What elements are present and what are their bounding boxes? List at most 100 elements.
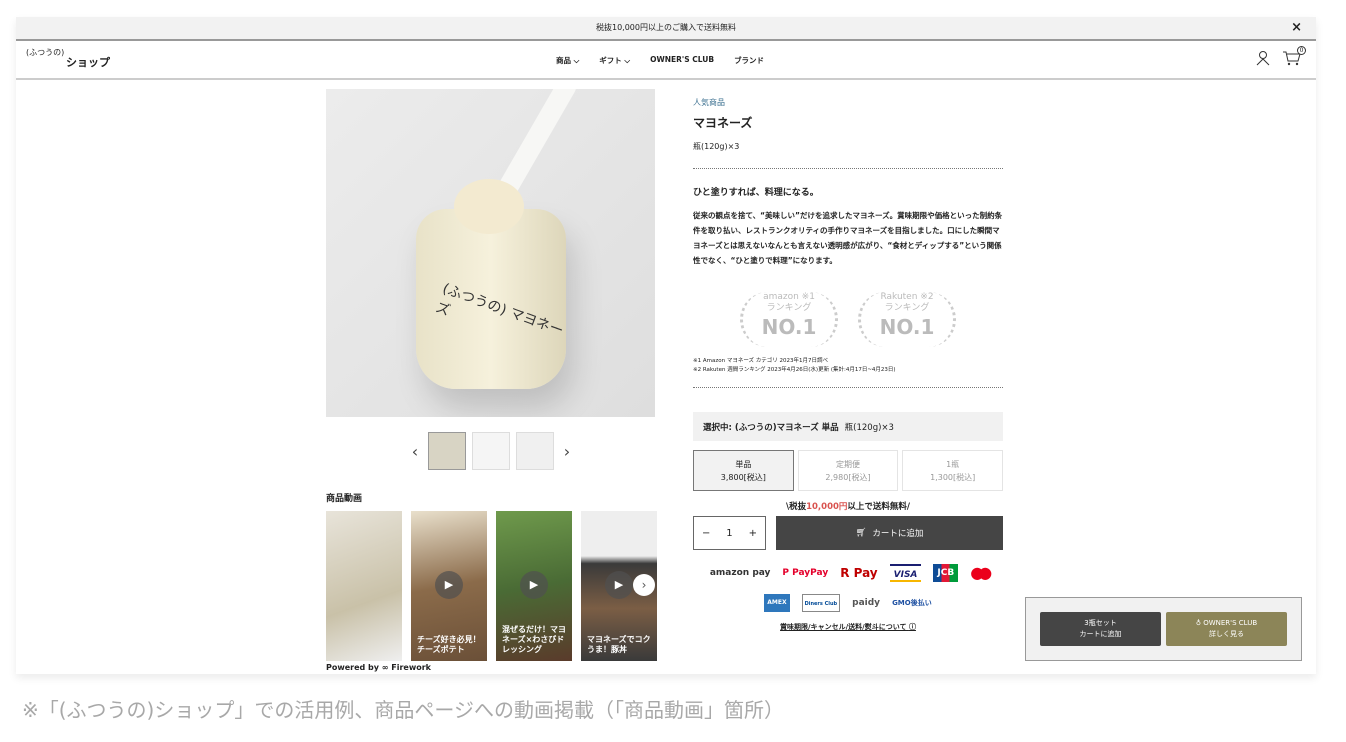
category-label[interactable]: 人気商品: [693, 97, 1003, 108]
video-carousel: ▶ チーズ好き必見！チーズポテト ▶ 混ぜるだけ！マヨネーズ×わさびドレッシング ▶…: [326, 511, 657, 661]
badge-rank: ランキング: [884, 303, 930, 313]
option-subscription[interactable]: 定期便 2,980[税込]: [797, 450, 899, 491]
footnote: ※2 Rakuten 週間ランキング 2023年4月26日(水)更新 (集計:4…: [693, 367, 896, 373]
logo-small: (ふつうの): [26, 48, 65, 57]
button-line: OWNER'S CLUB: [1203, 619, 1258, 627]
cart-icon: 🛒︎: [855, 528, 867, 538]
thumbnail-strip: ‹ ›: [408, 432, 574, 470]
video-card[interactable]: ▶ チーズ好き必見！チーズポテト: [411, 511, 487, 661]
selected-label: 選択中: (ふつうの)マヨネーズ 単品: [703, 423, 839, 433]
product-size: 瓶(120g)×3: [693, 142, 740, 151]
owners-club-button[interactable]: ♁ OWNER'S CLUB 詳しく見る: [1166, 612, 1287, 646]
videos-heading: 商品動画: [326, 494, 363, 504]
product-details: 人気商品 マヨネーズ 瓶(120g)×3 ひと塗りすれば、料理になる。 従来の観…: [693, 89, 1004, 632]
video-title: 混ぜるだけ！マヨネーズ×わさびドレッシング: [502, 625, 566, 654]
product-image[interactable]: (ふつうの) マヨネーズ: [326, 89, 655, 417]
info-icon: ⓘ: [908, 623, 916, 631]
thumbnail[interactable]: [428, 432, 466, 470]
carousel-next-icon[interactable]: ›: [633, 574, 655, 596]
video-card[interactable]: ▶ 混ぜるだけ！マヨネーズ×わさびドレッシング: [496, 511, 572, 661]
ship-post: 以上で送料無料/: [847, 502, 911, 512]
video-title: マヨネーズでコクうま！豚丼: [587, 635, 651, 654]
thumbnail[interactable]: [516, 432, 554, 470]
floating-cta: 3瓶セット カートに追加 ♁ OWNER'S CLUB 詳しく見る: [1025, 597, 1302, 661]
gmo-logo: GMO後払い: [892, 599, 932, 607]
paidy-logo: paidy: [852, 598, 881, 608]
info-link[interactable]: 賞味期限/キャンセル/送料/熨斗について ⓘ: [693, 622, 1003, 632]
rakuten-ranking-badge: Rakuten ※2 ランキング NO.1: [858, 292, 956, 347]
cart-icon[interactable]: 0: [1282, 46, 1306, 70]
selected-size: 瓶(120g)×3: [844, 423, 894, 433]
button-line: 詳しく見る: [1209, 630, 1244, 638]
jcb-logo: JCB: [933, 564, 959, 582]
video-title: チーズ好き必見！チーズポテト: [417, 635, 481, 654]
mayo-scoop: [454, 179, 524, 234]
main-nav: 商品 ⌵ ギフト ⌵ OWNER'S CLUB ブランド: [556, 55, 764, 66]
caption: ※「(ふつうの)ショップ」での活用例、商品ページへの動画掲載（「商品動画」箇所）: [22, 698, 784, 722]
logo[interactable]: (ふつうの) ショップ: [26, 48, 110, 68]
set-add-to-cart-button[interactable]: 3瓶セットカートに追加: [1040, 612, 1161, 646]
thumbnail[interactable]: [472, 432, 510, 470]
button-line: カートに追加: [1079, 630, 1122, 638]
amex-logo: AMEX: [764, 594, 790, 612]
badge-rank: ランキング: [766, 303, 812, 313]
decrement-button[interactable]: −: [702, 528, 710, 539]
product-title: マヨネーズ: [693, 116, 753, 130]
next-arrow-icon[interactable]: ›: [560, 442, 574, 461]
browser-page: 税抜10,000円以上のご購入で送料無料 × (ふつうの) ショップ 商品 ⌵ ギ…: [16, 17, 1316, 674]
add-to-cart-button[interactable]: 🛒︎ カートに追加: [776, 516, 1003, 550]
powered-by-firework[interactable]: Powered by ∞ Firework: [326, 663, 431, 672]
cart-count: 0: [1297, 46, 1306, 55]
badge-brand: amazon ※1: [763, 292, 815, 302]
video-card[interactable]: ▶ › マヨネーズでコクうま！豚丼: [581, 511, 657, 661]
quantity-stepper: − 1 +: [693, 516, 766, 550]
free-shipping-note: \税抜10,000円以上で送料無料/: [693, 500, 1003, 512]
site-header: (ふつうの) ショップ 商品 ⌵ ギフト ⌵ OWNER'S CLUB ブランド …: [16, 41, 1316, 80]
option-price: 1,300[税込]: [930, 473, 976, 482]
visa-logo: VISA: [889, 564, 922, 582]
add-to-cart-label: カートに追加: [872, 529, 924, 539]
product-lead: ひと塗りすれば、料理になる。: [693, 188, 819, 198]
option-single[interactable]: 単品 3,800[税込]: [693, 450, 794, 491]
announcement-bar: 税抜10,000円以上のご購入で送料無料 ×: [16, 17, 1316, 41]
jar-label: (ふつうの) マヨネーズ: [433, 280, 566, 340]
button-line: 3瓶セット: [1084, 619, 1117, 627]
nav-products[interactable]: 商品 ⌵: [556, 55, 579, 66]
nav-gift[interactable]: ギフト ⌵: [599, 55, 630, 66]
quantity-value[interactable]: 1: [726, 528, 732, 539]
user-icon[interactable]: [1256, 50, 1270, 66]
option-name: 1瓶: [946, 460, 960, 469]
divider: [693, 168, 1003, 169]
close-icon[interactable]: ×: [1291, 17, 1302, 39]
product-description: 従来の観点を捨て、“美味しい”だけを追求したマヨネーズ。賞味期限や価格といった制…: [693, 211, 1003, 265]
amazon-pay-logo: amazon pay: [709, 568, 771, 578]
badge-no: NO.1: [761, 315, 817, 339]
prev-arrow-icon[interactable]: ‹: [408, 442, 422, 461]
video-card[interactable]: [326, 511, 402, 661]
nav-owners-club[interactable]: OWNER'S CLUB: [650, 55, 714, 66]
play-icon[interactable]: ▶: [520, 571, 548, 599]
rpay-logo: R Pay: [840, 566, 878, 580]
option-one-jar[interactable]: 1瓶 1,300[税込]: [902, 450, 1004, 491]
logo-main: ショップ: [66, 56, 110, 69]
ship-pre: \税抜: [785, 502, 807, 512]
footnote: ※1 Amazon マヨネーズ カテゴリ 2023年1月7日調べ: [693, 358, 829, 364]
amazon-ranking-badge: amazon ※1 ランキング NO.1: [740, 292, 838, 347]
play-icon[interactable]: ▶: [435, 571, 463, 599]
increment-button[interactable]: +: [749, 528, 757, 539]
badge-brand: Rakuten ※2: [880, 292, 934, 302]
option-price: 2,980[税込]: [825, 473, 871, 482]
divider: [693, 387, 1003, 388]
option-name: 定期便: [836, 460, 860, 469]
play-icon[interactable]: ▶: [605, 571, 633, 599]
jar-shape: (ふつうの) マヨネーズ: [416, 209, 566, 389]
nav-brand[interactable]: ブランド: [734, 55, 764, 66]
info-link-text: 賞味期限/キャンセル/送料/熨斗について: [780, 623, 907, 631]
paypay-logo: P PayPay: [782, 568, 829, 578]
option-price: 3,800[税込]: [720, 473, 766, 482]
selection-summary: 選択中: (ふつうの)マヨネーズ 単品 瓶(120g)×3: [693, 412, 1003, 441]
announcement-text: 税抜10,000円以上のご購入で送料無料: [596, 23, 736, 32]
payment-methods: amazon pay P PayPay R Pay VISA JCB ●● AM…: [693, 564, 1003, 612]
option-name: 単品: [735, 460, 752, 469]
ship-amount: 10,000円: [806, 502, 848, 512]
